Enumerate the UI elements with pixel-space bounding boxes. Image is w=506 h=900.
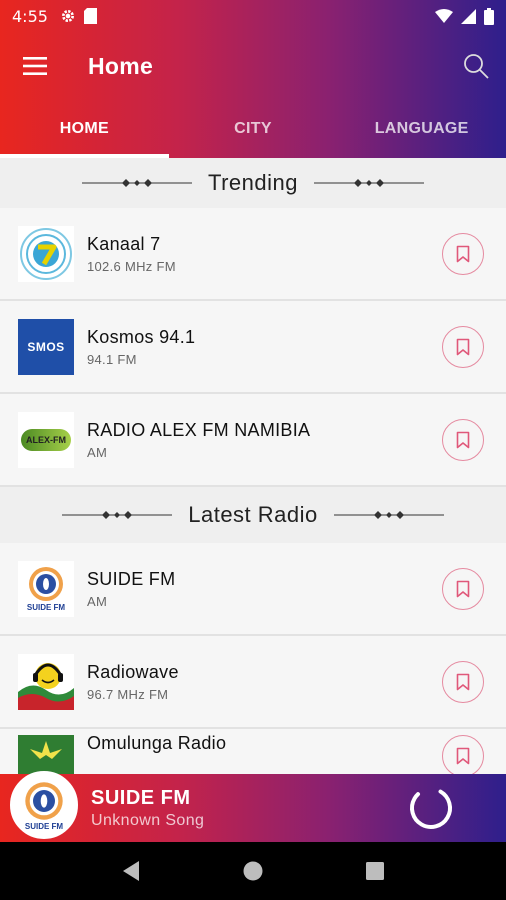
station-frequency: AM (87, 593, 108, 609)
station-name: Omulunga Radio (87, 733, 227, 753)
tab-home[interactable]: HOME (0, 100, 169, 158)
bookmark-icon (456, 673, 470, 690)
signal-icon (461, 8, 476, 24)
station-row[interactable]: Radiowave 96.7 MHz FM (0, 636, 506, 729)
screen: 4:55 Home HOME CITY LANGUAGE Trending Ka… (0, 0, 506, 900)
status-time: 4:55 (12, 6, 48, 26)
ornament-left-icon (62, 511, 173, 519)
search-icon (464, 54, 489, 79)
player-logo-text: SUIDE FM (24, 821, 64, 831)
sd-card-icon (83, 8, 97, 24)
omulunga-logo (18, 735, 74, 774)
station-frequency: 96.7 MHz FM (87, 686, 169, 702)
kanaal7-logo (18, 225, 74, 282)
station-frequency: 102.6 MHz FM (87, 258, 176, 274)
station-frequency: 94.1 FM (87, 351, 137, 367)
loading-spinner-icon[interactable] (408, 785, 454, 831)
mini-player[interactable]: SUIDE FM SUIDE FM Unknown Song (0, 771, 506, 842)
player-station-logo: SUIDE FM (10, 771, 78, 839)
station-list[interactable]: Trending Kanaal 7 102.6 MHz FM SMOS Kosm… (0, 158, 506, 774)
tab-bar: HOME CITY LANGUAGE (0, 100, 506, 158)
station-frequency: AM (87, 444, 108, 460)
app-bar: Home (0, 32, 506, 100)
bookmark-icon (456, 747, 470, 765)
station-name: Kanaal 7 (87, 233, 161, 254)
station-row[interactable]: Kanaal 7 102.6 MHz FM (0, 208, 506, 301)
alexfm-logo: ALEX-FM (18, 411, 74, 468)
tab-city[interactable]: CITY (169, 100, 338, 158)
status-bar: 4:55 (0, 0, 506, 32)
tab-language[interactable]: LANGUAGE (337, 100, 506, 158)
station-row[interactable]: SUIDE FM SUIDE FM AM (0, 543, 506, 636)
kosmos-logo-text: SMOS (27, 339, 65, 354)
player-song-title: Unknown Song (91, 811, 205, 829)
battery-icon (484, 7, 494, 25)
bookmark-button[interactable] (442, 325, 484, 368)
bookmark-button[interactable] (442, 735, 484, 774)
bookmark-icon (456, 431, 470, 448)
ornament-right-icon (314, 179, 424, 187)
system-nav-bar (0, 842, 506, 900)
station-row[interactable]: Omulunga Radio (0, 729, 506, 774)
station-name: RADIO ALEX FM NAMIBIA (87, 419, 311, 440)
station-name: Radiowave (87, 661, 179, 682)
kosmos-logo: SMOS (18, 318, 74, 375)
wifi-icon (435, 9, 453, 23)
bookmark-icon (456, 245, 470, 262)
home-icon[interactable] (242, 860, 264, 882)
station-row[interactable]: ALEX-FM RADIO ALEX FM NAMIBIA AM (0, 394, 506, 487)
section-title: Trending (207, 170, 298, 195)
station-name: SUIDE FM (87, 568, 176, 589)
back-icon[interactable] (121, 860, 141, 882)
settings-gear-icon (61, 10, 74, 22)
ornament-left-icon (81, 179, 192, 187)
station-name: Kosmos 94.1 (87, 326, 196, 347)
menu-button[interactable] (0, 32, 70, 100)
search-button[interactable] (446, 32, 506, 100)
section-title: Latest Radio (188, 502, 318, 527)
bookmark-button[interactable] (442, 418, 484, 461)
station-row[interactable]: SMOS Kosmos 94.1 94.1 FM (0, 301, 506, 394)
page-title: Home (88, 52, 154, 79)
bookmark-button[interactable] (442, 660, 484, 703)
section-header-trending: Trending (0, 158, 506, 208)
bookmark-button[interactable] (442, 567, 484, 610)
section-header-latest: Latest Radio (0, 487, 506, 543)
menu-icon (23, 57, 47, 75)
radiowave-logo (18, 653, 74, 710)
suidefm-logo: SUIDE FM (18, 560, 74, 617)
recents-icon[interactable] (365, 861, 385, 881)
ornament-right-icon (333, 511, 444, 519)
alexfm-logo-text: ALEX-FM (26, 434, 66, 445)
bookmark-icon (456, 580, 470, 597)
bookmark-icon (456, 338, 470, 355)
suidefm-logo-text: SUIDE FM (26, 603, 66, 612)
player-station-name: SUIDE FM (91, 786, 191, 809)
bookmark-button[interactable] (442, 232, 484, 275)
